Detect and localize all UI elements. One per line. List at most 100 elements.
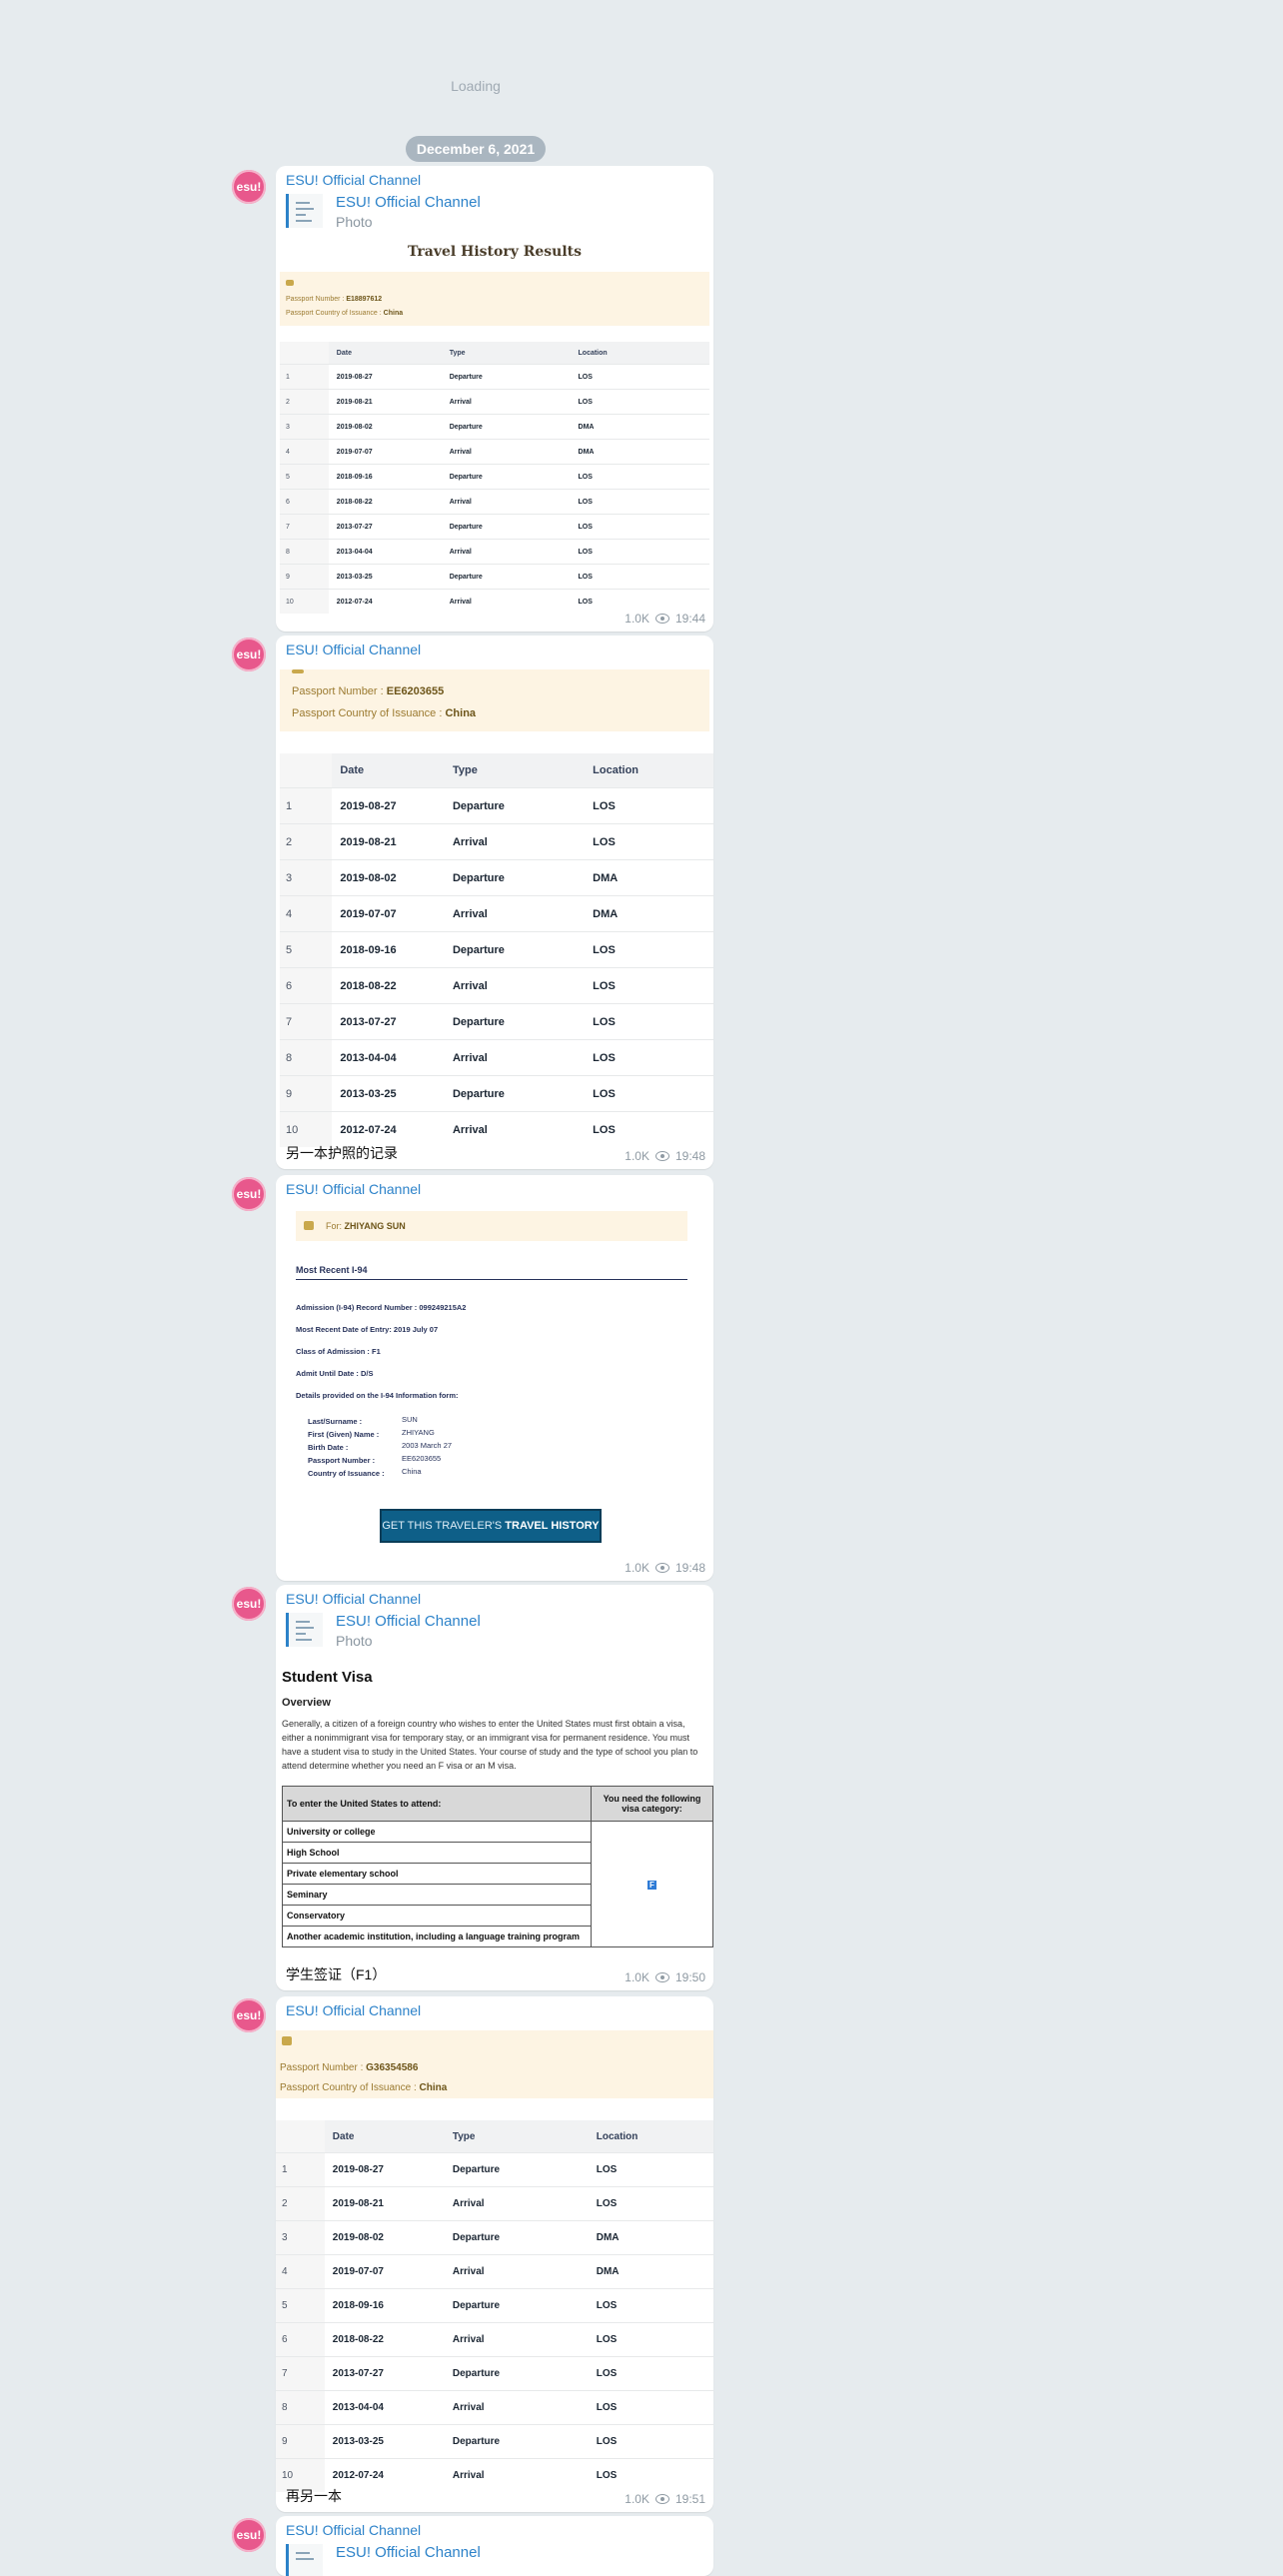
channel-name[interactable]: ESU! Official Channel — [286, 642, 421, 657]
table-cell: Arrival — [444, 1111, 586, 1147]
table-cell: DMA — [585, 895, 713, 932]
table-cell: 2019-08-27 — [328, 364, 442, 390]
column-header: Location — [585, 753, 713, 788]
i94-record-number: Admission (I-94) Record Number : 0992492… — [296, 1303, 467, 1312]
detail-value: EE6203655 — [402, 1454, 442, 1463]
table-row: Seminary — [282, 1884, 592, 1906]
travel-history-table: Date Type Location 1 2019-08-27 Departure LOS 2… — [280, 753, 713, 1147]
table-row: 10 2012-07-24 Arrival LOS — [280, 589, 709, 614]
table-cell: LOS — [570, 464, 709, 490]
row-index: 5 — [280, 931, 333, 968]
table-cell: Departure — [441, 564, 571, 590]
passport-country: Passport Country of Issuance : China — [292, 707, 477, 719]
views-eye-icon — [654, 1972, 669, 1982]
channel-avatar[interactable]: esu! — [232, 2518, 266, 2552]
photo-thumbnail[interactable] — [286, 1613, 323, 1647]
message-post-4: ESU! Official Channel ESU! Official Chan… — [276, 1585, 713, 1990]
table-row: 6 2018-08-22 Arrival LOS — [276, 2322, 713, 2357]
table-cell: 2012-07-24 — [328, 589, 442, 614]
table-cell: LOS — [585, 787, 713, 824]
table-row: 8 2013-04-04 Arrival LOS — [276, 2390, 713, 2425]
forward-type: Photo — [336, 1633, 373, 1649]
channel-avatar[interactable]: esu! — [232, 1587, 266, 1621]
forward-source[interactable]: ESU! Official Channel — [336, 194, 481, 211]
channel-name[interactable]: ESU! Official Channel — [286, 2002, 421, 2018]
detail-label: Last/Surname : — [308, 1417, 363, 1426]
table-cell: LOS — [585, 1111, 713, 1147]
table-cell: Departure — [444, 2152, 589, 2187]
i94-for: For: ZHIYANG SUN — [326, 1221, 406, 1231]
table-cell: DMA — [570, 414, 709, 440]
table-cell: Departure — [444, 2220, 589, 2255]
i94-section-title: Most Recent I-94 — [296, 1265, 368, 1275]
row-index: 3 — [280, 414, 329, 440]
message-caption: 学生签证（F1） — [286, 1966, 387, 1982]
channel-avatar[interactable]: esu! — [232, 638, 266, 671]
forwarded-photo[interactable]: ESU! Official Channel — [286, 2540, 526, 2576]
table-row: 7 2013-07-27 Departure LOS — [280, 1003, 713, 1040]
table-row: 6 2018-08-22 Arrival LOS — [280, 489, 709, 515]
table-cell: LOS — [588, 2322, 713, 2357]
table-cell: Arrival — [441, 389, 571, 415]
table-row: 2 2019-08-21 Arrival LOS — [280, 389, 709, 415]
channel-avatar[interactable]: esu! — [232, 170, 266, 204]
message-meta: 1.0K 19:50 — [625, 1970, 705, 1984]
row-index: 1 — [276, 2152, 325, 2187]
index-header — [280, 342, 329, 365]
table-cell: 2013-04-04 — [324, 2390, 445, 2425]
table-row: 3 2019-08-02 Departure DMA — [280, 859, 713, 896]
table-row: 7 2013-07-27 Departure LOS — [280, 514, 709, 540]
channel-name[interactable]: ESU! Official Channel — [286, 1181, 421, 1197]
forward-source[interactable]: ESU! Official Channel — [336, 1613, 481, 1630]
forwarded-photo[interactable]: ESU! Official Channel Photo — [286, 1609, 526, 1649]
passport-number: Passport Number : E18897612 — [286, 296, 383, 303]
detail-label: First (Given) Name : — [308, 1430, 380, 1439]
table-cell: LOS — [570, 589, 709, 614]
table-row: 3 2019-08-02 Departure DMA — [280, 414, 709, 440]
message-meta: 1.0K 19:48 — [625, 1561, 705, 1575]
channel-name[interactable]: ESU! Official Channel — [286, 172, 421, 188]
channel-name[interactable]: ESU! Official Channel — [286, 1591, 421, 1607]
table-cell: Departure — [441, 464, 571, 490]
message-meta: 1.0K 19:48 — [625, 1149, 705, 1163]
row-index: 7 — [280, 514, 329, 540]
i94-for-box: For: ZHIYANG SUN — [296, 1211, 687, 1241]
table-cell: 2013-03-25 — [328, 564, 442, 590]
channel-name[interactable]: ESU! Official Channel — [286, 2522, 421, 2538]
table-cell: 2012-07-24 — [324, 2458, 445, 2492]
channel-avatar[interactable]: esu! — [232, 1998, 266, 2032]
column-header: Type — [441, 342, 571, 365]
forward-source[interactable]: ESU! Official Channel — [336, 2544, 481, 2561]
table-cell: LOS — [588, 2288, 713, 2323]
table-cell: 2019-08-27 — [332, 787, 445, 824]
table-cell: 2013-07-27 — [332, 1003, 445, 1040]
table-cell: 2019-08-21 — [332, 823, 445, 860]
table-cell: 2019-08-02 — [324, 2220, 445, 2255]
table-header-row: Date Type Location — [280, 753, 713, 788]
table-row: 9 2013-03-25 Departure LOS — [280, 564, 709, 590]
forwarded-photo[interactable]: ESU! Official Channel Photo — [286, 190, 526, 230]
table-cell: LOS — [588, 2424, 713, 2459]
row-index: 5 — [276, 2288, 325, 2323]
table-cell: Departure — [444, 2356, 589, 2391]
views-eye-icon — [654, 1151, 669, 1161]
table-cell: 2013-07-27 — [324, 2356, 445, 2391]
table-row: 5 2018-09-16 Departure LOS — [276, 2288, 713, 2323]
i94-class: Class of Admission : F1 — [296, 1347, 381, 1356]
column-header: Location — [570, 342, 709, 365]
table-cell: Arrival — [441, 539, 571, 565]
channel-avatar[interactable]: esu! — [232, 1177, 266, 1211]
detail-value: 2003 March 27 — [402, 1441, 453, 1450]
table-cell: 2019-08-02 — [332, 859, 445, 896]
travel-history-table: Date Type Location 1 2019-08-27 Departure LOS 2… — [280, 342, 709, 614]
message-meta: 1.0K 19:44 — [625, 612, 705, 626]
travel-history-button[interactable]: GET THIS TRAVELER'S TRAVEL HISTORY — [380, 1509, 602, 1543]
photo-thumbnail[interactable] — [286, 194, 323, 228]
table-cell: Arrival — [441, 589, 571, 614]
table-cell: 2018-09-16 — [324, 2288, 445, 2323]
table-row: 9 2013-03-25 Departure LOS — [276, 2424, 713, 2459]
row-index: 2 — [280, 823, 333, 860]
table-cell: 2019-08-27 — [324, 2152, 445, 2187]
photo-thumbnail[interactable] — [286, 2544, 323, 2576]
row-index: 4 — [276, 2254, 325, 2289]
